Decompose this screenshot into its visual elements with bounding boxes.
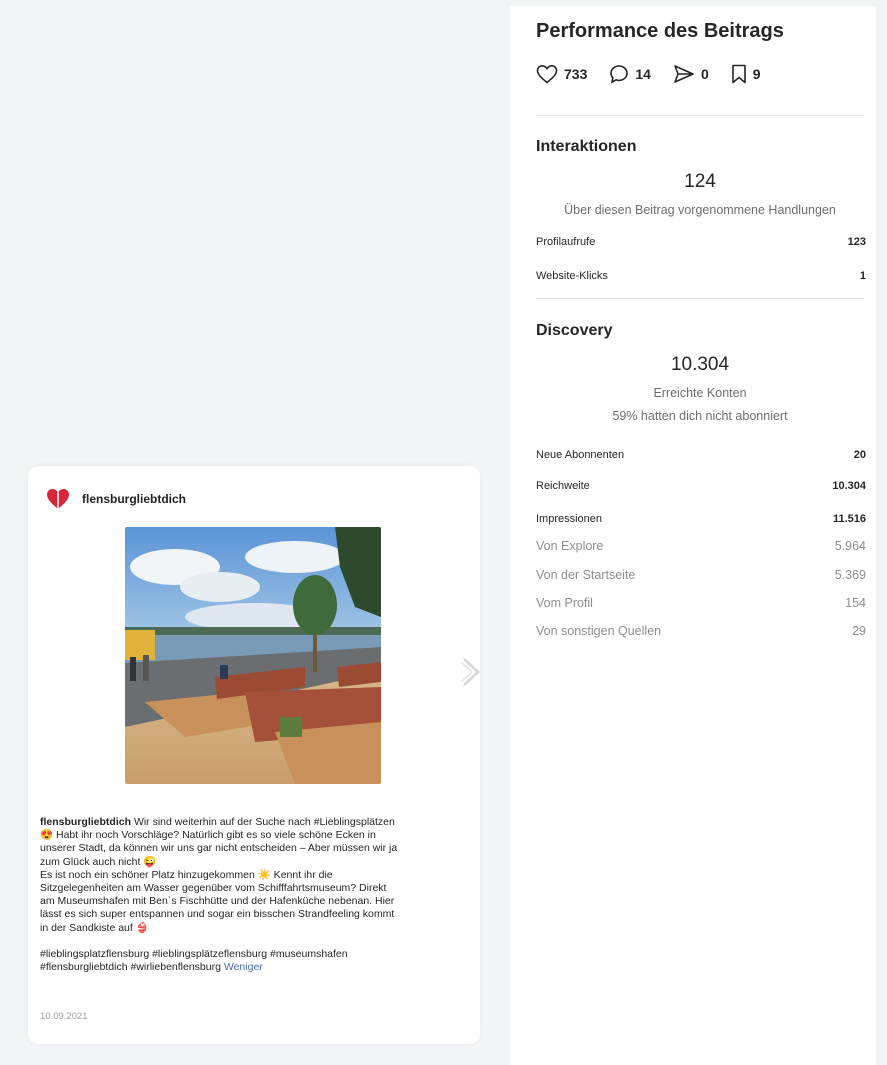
- post-username[interactable]: flensburgliebtdich: [82, 492, 186, 506]
- source-row-other: Von sonstigen Quellen 29: [536, 624, 866, 638]
- likes-stat: 733: [536, 64, 587, 84]
- metric-value: 20: [853, 449, 866, 461]
- caption-line: Sitzgelegenheiten am Wasser gegenüber vo…: [40, 882, 387, 895]
- interactions-total: 124: [684, 171, 716, 192]
- caption-line: 😍 Habt ihr noch Vorschläge? Natürlich gi…: [40, 829, 376, 842]
- post-image[interactable]: [125, 527, 381, 784]
- metric-label: Neue Abonnenten: [536, 449, 625, 461]
- comment-icon: [609, 64, 629, 84]
- comments-stat: 14: [609, 64, 651, 84]
- metric-label: Website-Klicks: [536, 270, 608, 282]
- source-label: Von Explore: [536, 539, 604, 553]
- app-frame: flensburgliebtdich flensburgliebtdich Wi…: [0, 0, 887, 1065]
- interactions-title: Interaktionen: [536, 138, 637, 155]
- caption-line: lässt es sich super entspannen und sogar…: [40, 908, 395, 921]
- comments-count: 14: [635, 66, 651, 82]
- caption-username[interactable]: flensburgliebtdich: [40, 816, 131, 828]
- caption-hashtags[interactable]: #flensburgliebtdich #wirliebenflensburg: [40, 961, 221, 973]
- metric-value: 1: [859, 270, 866, 282]
- performance-stats: 733 14 0 9: [536, 64, 761, 84]
- metric-value: 11.516: [832, 513, 866, 525]
- heart-logo-icon[interactable]: [46, 488, 70, 510]
- metric-row-new-followers: Neue Abonnenten 20: [536, 449, 866, 461]
- source-row-home: Von der Startseite 5.369: [536, 568, 866, 582]
- source-row-explore: Von Explore 5.964: [536, 539, 866, 553]
- metric-row-website-clicks: Website-Klicks 1: [536, 270, 866, 282]
- metric-row-reach: Reichweite 10.304: [536, 480, 866, 492]
- source-row-profile: Vom Profil 154: [536, 596, 866, 610]
- caption-line: unserer Stadt, da können wir uns gar nic…: [40, 842, 398, 855]
- saves-count: 9: [752, 66, 761, 82]
- shares-stat: 0: [673, 64, 709, 84]
- caption-line: zum Glück auch nicht 😜: [40, 855, 157, 868]
- post-card: flensburgliebtdich flensburgliebtdich Wi…: [28, 466, 480, 1044]
- metric-row-impressions: Impressionen 11.516: [536, 513, 866, 525]
- less-link[interactable]: Weniger: [224, 961, 263, 973]
- source-value: 5.369: [834, 568, 866, 582]
- chevron-right-icon[interactable]: [460, 656, 482, 688]
- shares-count: 0: [700, 66, 709, 82]
- post-caption: flensburgliebtdich Wir sind weiterhin au…: [40, 816, 468, 974]
- post-date: 10.09.2021: [40, 1011, 88, 1022]
- divider: [536, 298, 864, 299]
- source-label: Von der Startseite: [536, 568, 636, 582]
- metric-row-profile-views: Profilaufrufe 123: [536, 236, 866, 248]
- metric-label: Impressionen: [536, 513, 603, 525]
- caption-line: Es ist noch ein schöner Platz hinzugekom…: [40, 868, 333, 881]
- discovery-total: 10.304: [670, 354, 730, 375]
- send-icon: [673, 64, 695, 84]
- source-label: Von sonstigen Quellen: [536, 624, 662, 638]
- interactions-subtitle: Über diesen Beitrag vorgenommene Handlun…: [564, 203, 836, 217]
- discovery-subtitle-followers: 59% hatten dich nicht abonniert: [612, 409, 788, 423]
- performance-title: Performance des Beitrags: [536, 20, 784, 42]
- metric-label: Profilaufrufe: [536, 236, 596, 248]
- metric-value: 123: [847, 236, 866, 248]
- caption-line: am Museumshafen mit Ben`s Fischhütte und…: [40, 895, 395, 908]
- discovery-title: Discovery: [536, 322, 613, 339]
- heart-icon: [536, 64, 558, 84]
- source-value: 154: [845, 596, 866, 610]
- caption-line: in der Sandkiste auf 👙: [40, 921, 149, 934]
- divider: [536, 115, 864, 116]
- bookmark-icon: [731, 64, 747, 84]
- saves-stat: 9: [731, 64, 761, 84]
- metric-value: 10.304: [832, 480, 866, 492]
- source-label: Vom Profil: [536, 596, 593, 610]
- likes-count: 733: [564, 66, 588, 82]
- post-header: flensburgliebtdich: [46, 488, 186, 510]
- discovery-subtitle-reached: Erreichte Konten: [653, 386, 747, 400]
- insights-panel: Performance des Beitrags 733 14 0 9 Inte…: [510, 6, 876, 1065]
- caption-hashtags[interactable]: #lieblingsplatzflensburg #lieblingsplätz…: [40, 948, 468, 961]
- caption-line: Wir sind weiterhin auf der Suche nach #L…: [133, 816, 395, 828]
- source-value: 29: [852, 624, 866, 638]
- metric-label: Reichweite: [536, 480, 590, 492]
- source-value: 5.964: [834, 539, 866, 553]
